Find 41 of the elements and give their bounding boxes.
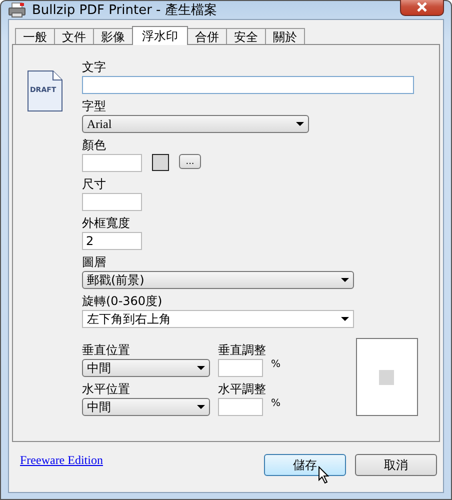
tab[interactable]: 影像 bbox=[93, 28, 133, 44]
field-label: 垂直位置 bbox=[82, 343, 130, 357]
vertical-position-dropdown[interactable]: 中間 bbox=[82, 359, 210, 377]
field-label: 顏色 bbox=[82, 138, 106, 152]
color-field[interactable] bbox=[82, 154, 142, 172]
unit-label: % bbox=[271, 359, 281, 370]
field-label: 外框寬度 bbox=[82, 216, 130, 230]
field-label: 水平位置 bbox=[82, 382, 130, 396]
field-label: 水平調整 bbox=[218, 382, 266, 396]
freeware-edition-link[interactable]: Freeware Edition bbox=[20, 453, 103, 468]
rotation-dropdown[interactable]: 左下角到右上角 bbox=[82, 310, 354, 328]
dialog-button[interactable]: 取消 bbox=[355, 454, 437, 476]
tab[interactable]: 合併 bbox=[187, 28, 227, 44]
field-label: 圖層 bbox=[82, 255, 106, 269]
horizontal-adjust-field[interactable] bbox=[218, 398, 263, 416]
tab[interactable]: 關於 bbox=[265, 28, 305, 44]
layer-dropdown[interactable]: 郵戳(前景) bbox=[82, 271, 354, 289]
watermark-position-marker bbox=[379, 370, 394, 384]
tab[interactable]: 一般 bbox=[15, 28, 55, 44]
browse-button[interactable]: ... bbox=[179, 154, 201, 169]
color-swatch[interactable] bbox=[152, 154, 169, 171]
window-title: Bullzip PDF Printer - 產生檔案 bbox=[32, 2, 217, 19]
unit-label: % bbox=[271, 398, 281, 409]
mouse-pointer-icon bbox=[318, 466, 330, 484]
outline-width-field[interactable]: 2 bbox=[82, 232, 142, 250]
size-field[interactable] bbox=[82, 193, 142, 211]
field-label: 字型 bbox=[82, 99, 106, 113]
tab[interactable]: 安全 bbox=[226, 28, 266, 44]
tab[interactable]: 浮水印 bbox=[132, 26, 188, 45]
horizontal-position-dropdown[interactable]: 中間 bbox=[82, 398, 210, 416]
text-field[interactable] bbox=[82, 76, 414, 94]
field-label: 旋轉(0-360度) bbox=[82, 294, 162, 308]
field-label: 垂直調整 bbox=[218, 343, 266, 357]
dialog-button[interactable]: 儲存 bbox=[264, 454, 346, 476]
close-icon bbox=[416, 2, 428, 12]
vertical-adjust-field[interactable] bbox=[218, 359, 263, 377]
field-label: 尺寸 bbox=[82, 177, 106, 191]
close-button[interactable] bbox=[400, 0, 444, 16]
field-label: 文字 bbox=[82, 60, 106, 74]
font-dropdown[interactable]: Arial bbox=[82, 115, 309, 133]
tab[interactable]: 文件 bbox=[54, 28, 94, 44]
